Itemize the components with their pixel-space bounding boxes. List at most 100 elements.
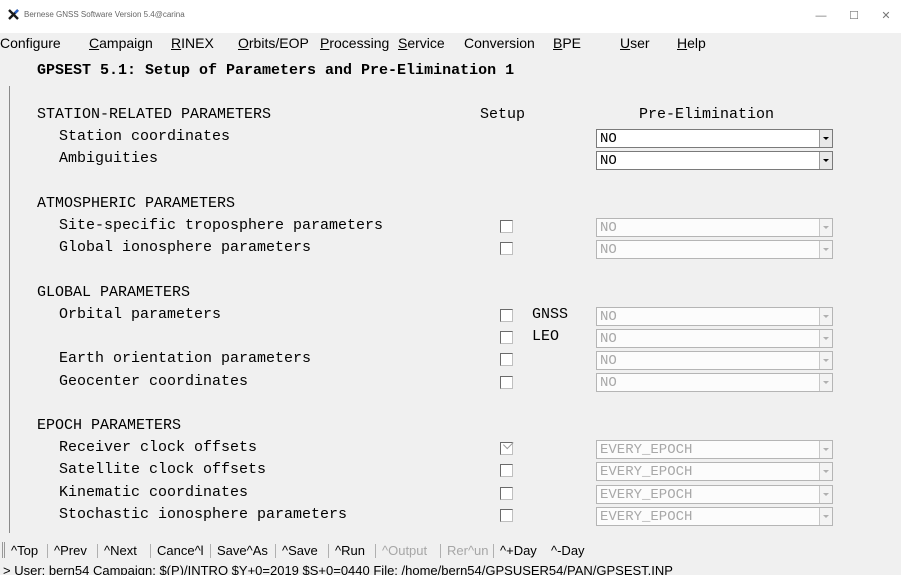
combo-value: EVERY_EPOCH bbox=[600, 487, 693, 503]
label-gnss: GNSS bbox=[532, 306, 569, 323]
menu-help[interactable]: Help bbox=[677, 35, 706, 51]
combo-value: NO bbox=[600, 309, 617, 325]
combo-value: NO bbox=[600, 131, 617, 147]
menu-orbits-eop[interactable]: Orbits/EOP bbox=[238, 35, 309, 51]
orbital-leo-preelim-select[interactable]: NO bbox=[596, 329, 833, 348]
geocenter-preelim-select[interactable]: NO bbox=[596, 373, 833, 392]
minus-day-button[interactable]: ^-Day bbox=[551, 543, 585, 558]
combo-value: EVERY_EPOCH bbox=[600, 464, 693, 480]
geocenter-setup-checkbox[interactable] bbox=[500, 376, 513, 389]
global-ionosphere-preelim-select[interactable]: NO bbox=[596, 240, 833, 259]
section-title-global: GLOBAL PARAMETERS bbox=[37, 284, 191, 301]
receiver-clock-setup-checkbox[interactable] bbox=[500, 442, 513, 455]
combo-value: NO bbox=[600, 331, 617, 347]
site-troposphere-preelim-select[interactable]: NO bbox=[596, 218, 833, 237]
prev-button[interactable]: ^Prev bbox=[54, 543, 87, 558]
station-coordinates-preelim-select[interactable]: NO bbox=[596, 129, 833, 148]
site-troposphere-setup-checkbox[interactable] bbox=[500, 220, 513, 233]
kinematic-setup-checkbox[interactable] bbox=[500, 487, 513, 500]
top-button[interactable]: ^Top bbox=[11, 543, 38, 558]
label-leo: LEO bbox=[532, 328, 560, 345]
cancel-button[interactable]: Cance^l bbox=[157, 543, 204, 558]
toolbar-separator bbox=[375, 544, 376, 558]
minimize-button[interactable]: — bbox=[806, 6, 836, 26]
menu-conversion[interactable]: Conversion bbox=[464, 35, 535, 51]
dropdown-arrow-icon[interactable] bbox=[819, 152, 832, 169]
label-kinematic-coordinates: Kinematic coordinates bbox=[59, 484, 249, 501]
output-button[interactable]: ^Output bbox=[382, 543, 427, 558]
orbital-gnss-preelim-select[interactable]: NO bbox=[596, 307, 833, 326]
dropdown-arrow-icon[interactable] bbox=[819, 486, 832, 503]
global-ionosphere-setup-checkbox[interactable] bbox=[500, 242, 513, 255]
next-button[interactable]: ^Next bbox=[104, 543, 137, 558]
plus-day-button[interactable]: ^+Day bbox=[500, 543, 537, 558]
page-title: GPSEST 5.1: Setup of Parameters and Pre-… bbox=[37, 62, 515, 79]
run-button[interactable]: ^Run bbox=[335, 543, 365, 558]
combo-value: NO bbox=[600, 375, 617, 391]
menu-bpe[interactable]: BPE bbox=[553, 35, 581, 51]
label-site-troposphere: Site-specific troposphere parameters bbox=[59, 217, 384, 234]
dropdown-arrow-icon[interactable] bbox=[819, 330, 832, 347]
stochastic-ionosphere-setup-checkbox[interactable] bbox=[500, 509, 513, 522]
label-receiver-clock: Receiver clock offsets bbox=[59, 439, 258, 456]
section-title-epoch: EPOCH PARAMETERS bbox=[37, 417, 182, 434]
label-stochastic-ionosphere: Stochastic ionosphere parameters bbox=[59, 506, 348, 523]
combo-value: EVERY_EPOCH bbox=[600, 509, 693, 525]
app-logo-icon bbox=[8, 9, 19, 20]
save-button[interactable]: ^Save bbox=[282, 543, 318, 558]
toolbar-separator bbox=[47, 544, 48, 558]
menu-processing[interactable]: Processing bbox=[320, 35, 389, 51]
kinematic-preelim-select[interactable]: EVERY_EPOCH bbox=[596, 485, 833, 504]
toolbar-grip[interactable] bbox=[2, 542, 5, 558]
command-toolbar: ^Top ^Prev ^Next Cance^l Save^As ^Save ^… bbox=[0, 540, 901, 560]
stochastic-ionosphere-preelim-select[interactable]: EVERY_EPOCH bbox=[596, 507, 833, 526]
combo-value: NO bbox=[600, 242, 617, 258]
earth-orientation-preelim-select[interactable]: NO bbox=[596, 351, 833, 370]
dropdown-arrow-icon[interactable] bbox=[819, 374, 832, 391]
combo-value: NO bbox=[600, 353, 617, 369]
orbital-leo-setup-checkbox[interactable] bbox=[500, 331, 513, 344]
menu-campaign[interactable]: Campaign bbox=[89, 35, 153, 51]
toolbar-separator bbox=[97, 544, 98, 558]
combo-value: EVERY_EPOCH bbox=[600, 442, 693, 458]
menu-user[interactable]: User bbox=[620, 35, 650, 51]
toolbar-separator bbox=[210, 544, 211, 558]
column-header-pre-elimination: Pre-Elimination bbox=[639, 106, 775, 123]
dropdown-arrow-icon[interactable] bbox=[819, 130, 832, 147]
label-ambiguities: Ambiguities bbox=[59, 150, 159, 167]
dropdown-arrow-icon[interactable] bbox=[819, 308, 832, 325]
save-as-button[interactable]: Save^As bbox=[217, 543, 268, 558]
ambiguities-preelim-select[interactable]: NO bbox=[596, 151, 833, 170]
rerun-button[interactable]: Rer^un bbox=[447, 543, 489, 558]
window-title: Bernese GNSS Software Version 5.4@carina bbox=[24, 10, 185, 19]
label-satellite-clock: Satellite clock offsets bbox=[59, 461, 267, 478]
label-geocenter-coordinates: Geocenter coordinates bbox=[59, 373, 249, 390]
dropdown-arrow-icon[interactable] bbox=[819, 352, 832, 369]
menu-service[interactable]: Service bbox=[398, 35, 445, 51]
dropdown-arrow-icon[interactable] bbox=[819, 463, 832, 480]
orbital-gnss-setup-checkbox[interactable] bbox=[500, 309, 513, 322]
menu-rinex[interactable]: RINEX bbox=[171, 35, 214, 51]
close-button[interactable]: ✕ bbox=[871, 6, 901, 26]
status-bar: > User: bern54 Campaign: $(P)/INTRO $Y+0… bbox=[0, 563, 901, 575]
dropdown-arrow-icon[interactable] bbox=[819, 508, 832, 525]
combo-value: NO bbox=[600, 153, 617, 169]
dropdown-arrow-icon[interactable] bbox=[819, 441, 832, 458]
label-station-coordinates: Station coordinates bbox=[59, 128, 231, 145]
status-text: > User: bern54 Campaign: $(P)/INTRO $Y+0… bbox=[3, 563, 673, 575]
dropdown-arrow-icon[interactable] bbox=[819, 241, 832, 258]
toolbar-separator bbox=[493, 544, 494, 558]
maximize-button[interactable]: ☐ bbox=[839, 6, 869, 26]
toolbar-separator bbox=[275, 544, 276, 558]
column-header-setup: Setup bbox=[480, 106, 526, 123]
menu-bar: Configure Campaign RINEX Orbits/EOP Proc… bbox=[0, 33, 901, 55]
toolbar-separator bbox=[328, 544, 329, 558]
receiver-clock-preelim-select[interactable]: EVERY_EPOCH bbox=[596, 440, 833, 459]
toolbar-separator bbox=[150, 544, 151, 558]
satellite-clock-preelim-select[interactable]: EVERY_EPOCH bbox=[596, 462, 833, 481]
label-orbital-parameters: Orbital parameters bbox=[59, 306, 222, 323]
dropdown-arrow-icon[interactable] bbox=[819, 219, 832, 236]
earth-orientation-setup-checkbox[interactable] bbox=[500, 353, 513, 366]
satellite-clock-setup-checkbox[interactable] bbox=[500, 464, 513, 477]
menu-configure[interactable]: Configure bbox=[0, 35, 61, 51]
